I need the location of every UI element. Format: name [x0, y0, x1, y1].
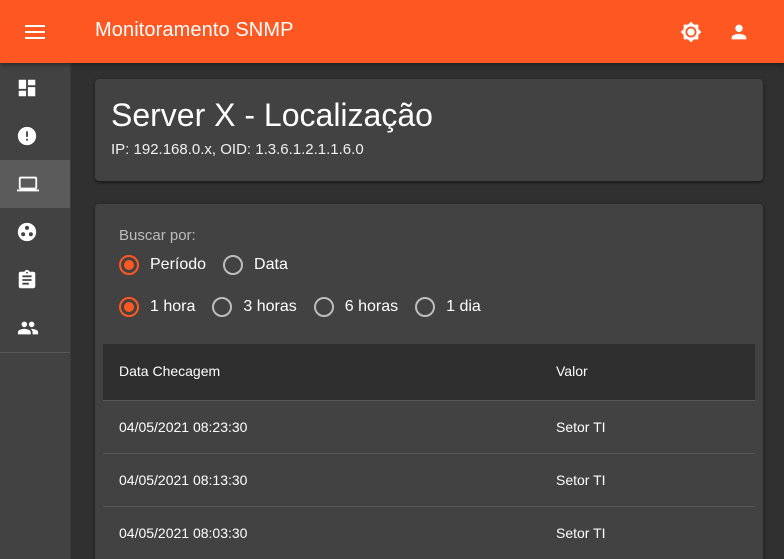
- cell-value: Setor TI: [556, 419, 606, 435]
- sidebar-item-alerts[interactable]: [0, 112, 70, 160]
- search-mode-group: Período Data: [119, 255, 305, 275]
- top-app-bar: Monitoramento SNMP: [0, 0, 784, 63]
- radio-checked-icon: [119, 255, 139, 275]
- radio-unchecked-icon: [415, 297, 436, 317]
- page-title: Server X - Localização: [111, 97, 433, 133]
- cell-value: Setor TI: [556, 525, 606, 541]
- radio-label: 3 horas: [243, 298, 297, 315]
- radio-label: 1 hora: [150, 298, 196, 315]
- radio-checked-icon: [119, 297, 139, 317]
- radio-unchecked-icon: [212, 297, 233, 317]
- radio-unchecked-icon: [313, 297, 334, 317]
- dashboard-icon: [18, 79, 36, 97]
- assignment-icon: [18, 269, 36, 289]
- sidebar-item-dashboard[interactable]: [0, 64, 70, 112]
- cell-value: Setor TI: [556, 472, 606, 488]
- cell-date: 04/05/2021 08:03:30: [119, 525, 248, 541]
- menu-button[interactable]: [17, 14, 53, 50]
- alert-icon: [17, 126, 37, 146]
- cell-date: 04/05/2021 08:23:30: [119, 419, 248, 435]
- device-info: IP: 192.168.0.x, OID: 1.3.6.1.2.1.1.6.0: [111, 141, 364, 158]
- column-header-date[interactable]: Data Checagem: [119, 363, 220, 379]
- radio-label: Período: [150, 256, 207, 273]
- device-header-card: Server X - Localização IP: 192.168.0.x, …: [95, 79, 763, 181]
- radio-label: Data: [254, 256, 288, 273]
- theme-toggle-button[interactable]: [673, 14, 709, 50]
- radio-unchecked-icon: [223, 255, 244, 275]
- navigation-sidebar: [0, 63, 71, 559]
- app-title: Monitoramento SNMP: [95, 19, 294, 41]
- radio-6-horas[interactable]: 6 horas: [313, 297, 399, 317]
- account-button[interactable]: [721, 14, 757, 50]
- radio-3-horas[interactable]: 3 horas: [212, 297, 297, 317]
- radio-label: 1 dia: [446, 298, 481, 315]
- table-row[interactable]: 04/05/2021 08:23:30 Setor TI: [103, 401, 755, 454]
- sidebar-item-devices[interactable]: [0, 160, 70, 208]
- table-row[interactable]: 04/05/2021 08:03:30 Setor TI: [103, 507, 755, 559]
- radio-1-hora[interactable]: 1 hora: [119, 297, 195, 317]
- search-by-label: Buscar por:: [119, 227, 196, 244]
- radio-1-dia[interactable]: 1 dia: [415, 297, 481, 317]
- history-card: Buscar por: Período Data 1 hora 3 horas …: [95, 204, 763, 559]
- sidebar-item-network[interactable]: [0, 208, 70, 256]
- account-icon: [731, 24, 747, 40]
- sidebar-divider: [0, 352, 70, 353]
- radio-data[interactable]: Data: [223, 255, 288, 275]
- cell-date: 04/05/2021 08:13:30: [119, 472, 248, 488]
- sidebar-item-users[interactable]: [0, 304, 70, 352]
- menu-icon: [25, 25, 45, 39]
- laptop-icon: [17, 176, 39, 192]
- history-table: Data Checagem Valor 04/05/2021 08:23:30 …: [103, 344, 755, 559]
- table-header: Data Checagem Valor: [103, 344, 755, 401]
- time-range-group: 1 hora 3 horas 6 horas 1 dia: [119, 297, 498, 317]
- people-icon: [17, 321, 39, 335]
- radio-periodo[interactable]: Período: [119, 255, 206, 275]
- table-row[interactable]: 04/05/2021 08:13:30 Setor TI: [103, 454, 755, 507]
- sidebar-item-reports[interactable]: [0, 256, 70, 304]
- column-header-value[interactable]: Valor: [556, 363, 588, 379]
- hub-icon: [17, 222, 37, 242]
- radio-label: 6 horas: [344, 298, 399, 315]
- brightness-icon: [680, 21, 702, 43]
